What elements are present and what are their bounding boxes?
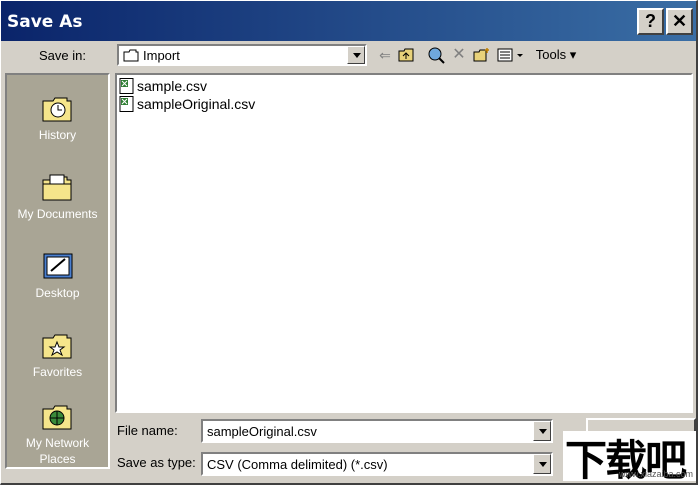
search-web-icon[interactable] [425,45,447,65]
place-label: History [38,128,77,142]
watermark-url: www.xiazaiba.com [618,469,693,479]
place-desktop[interactable]: Desktop [7,251,108,301]
list-item[interactable]: sample.csv [119,77,207,95]
title-bar[interactable]: Save As ? ✕ [1,1,696,41]
save-as-type-label: Save as type: [117,455,196,470]
file-list[interactable]: sample.csv sampleOriginal.csv [115,73,693,413]
save-as-type-value: CSV (Comma delimited) (*.csv) [207,457,388,472]
file-name-value: sampleOriginal.csv [207,424,317,439]
network-places-icon [41,401,75,431]
chevron-down-icon[interactable] [533,421,551,441]
my-documents-icon [41,172,75,202]
csv-file-icon [119,78,134,94]
new-folder-icon[interactable] [471,45,493,65]
file-name: sampleOriginal.csv [137,96,256,112]
chevron-down-icon[interactable] [533,454,551,474]
tools-menu[interactable]: Tools ▾ [531,45,581,65]
close-icon: ✕ [671,11,688,31]
save-as-type-dropdown[interactable]: CSV (Comma delimited) (*.csv) [201,452,553,476]
place-label: Favorites [32,365,83,379]
place-network[interactable]: My Network Places [7,401,108,467]
place-my-documents[interactable]: My Documents [7,172,108,222]
place-label: My Network Places [25,436,90,466]
chevron-down-icon[interactable] [347,46,365,64]
watermark-logo: 下载吧 www.xiazaiba.com [563,431,696,483]
file-name: sample.csv [137,78,208,94]
place-label: My Documents [17,207,98,221]
folder-icon [123,49,139,62]
favorites-icon [41,330,75,360]
csv-file-icon [119,96,134,112]
save-in-value: Import [143,48,180,63]
help-button[interactable]: ? [637,8,664,35]
save-in-dropdown[interactable]: Import [117,44,367,66]
chevron-down-icon: ▾ [566,47,577,62]
close-button[interactable]: ✕ [666,8,693,35]
place-favorites[interactable]: Favorites [7,330,108,380]
delete-icon[interactable]: ✕ [448,45,470,65]
places-bar: History My Documents Desktop Favorites M… [5,73,110,469]
help-icon: ? [645,11,656,31]
tools-label: Tools [535,47,567,62]
views-icon[interactable] [496,45,526,65]
history-icon [41,93,75,123]
up-folder-icon[interactable] [396,45,418,65]
place-label: Desktop [35,286,80,300]
place-history[interactable]: History [7,93,108,143]
save-in-label: Save in: [39,48,86,63]
list-item[interactable]: sampleOriginal.csv [119,95,255,113]
dialog-title: Save As [7,12,83,32]
file-name-label: File name: [117,423,178,438]
back-icon[interactable]: ⇐ [374,45,396,65]
file-name-field[interactable]: sampleOriginal.csv [201,419,553,443]
desktop-icon [41,251,75,281]
save-as-dialog: Save As ? ✕ Save in: Import ⇐ ✕ Tools ▾ … [0,0,698,485]
